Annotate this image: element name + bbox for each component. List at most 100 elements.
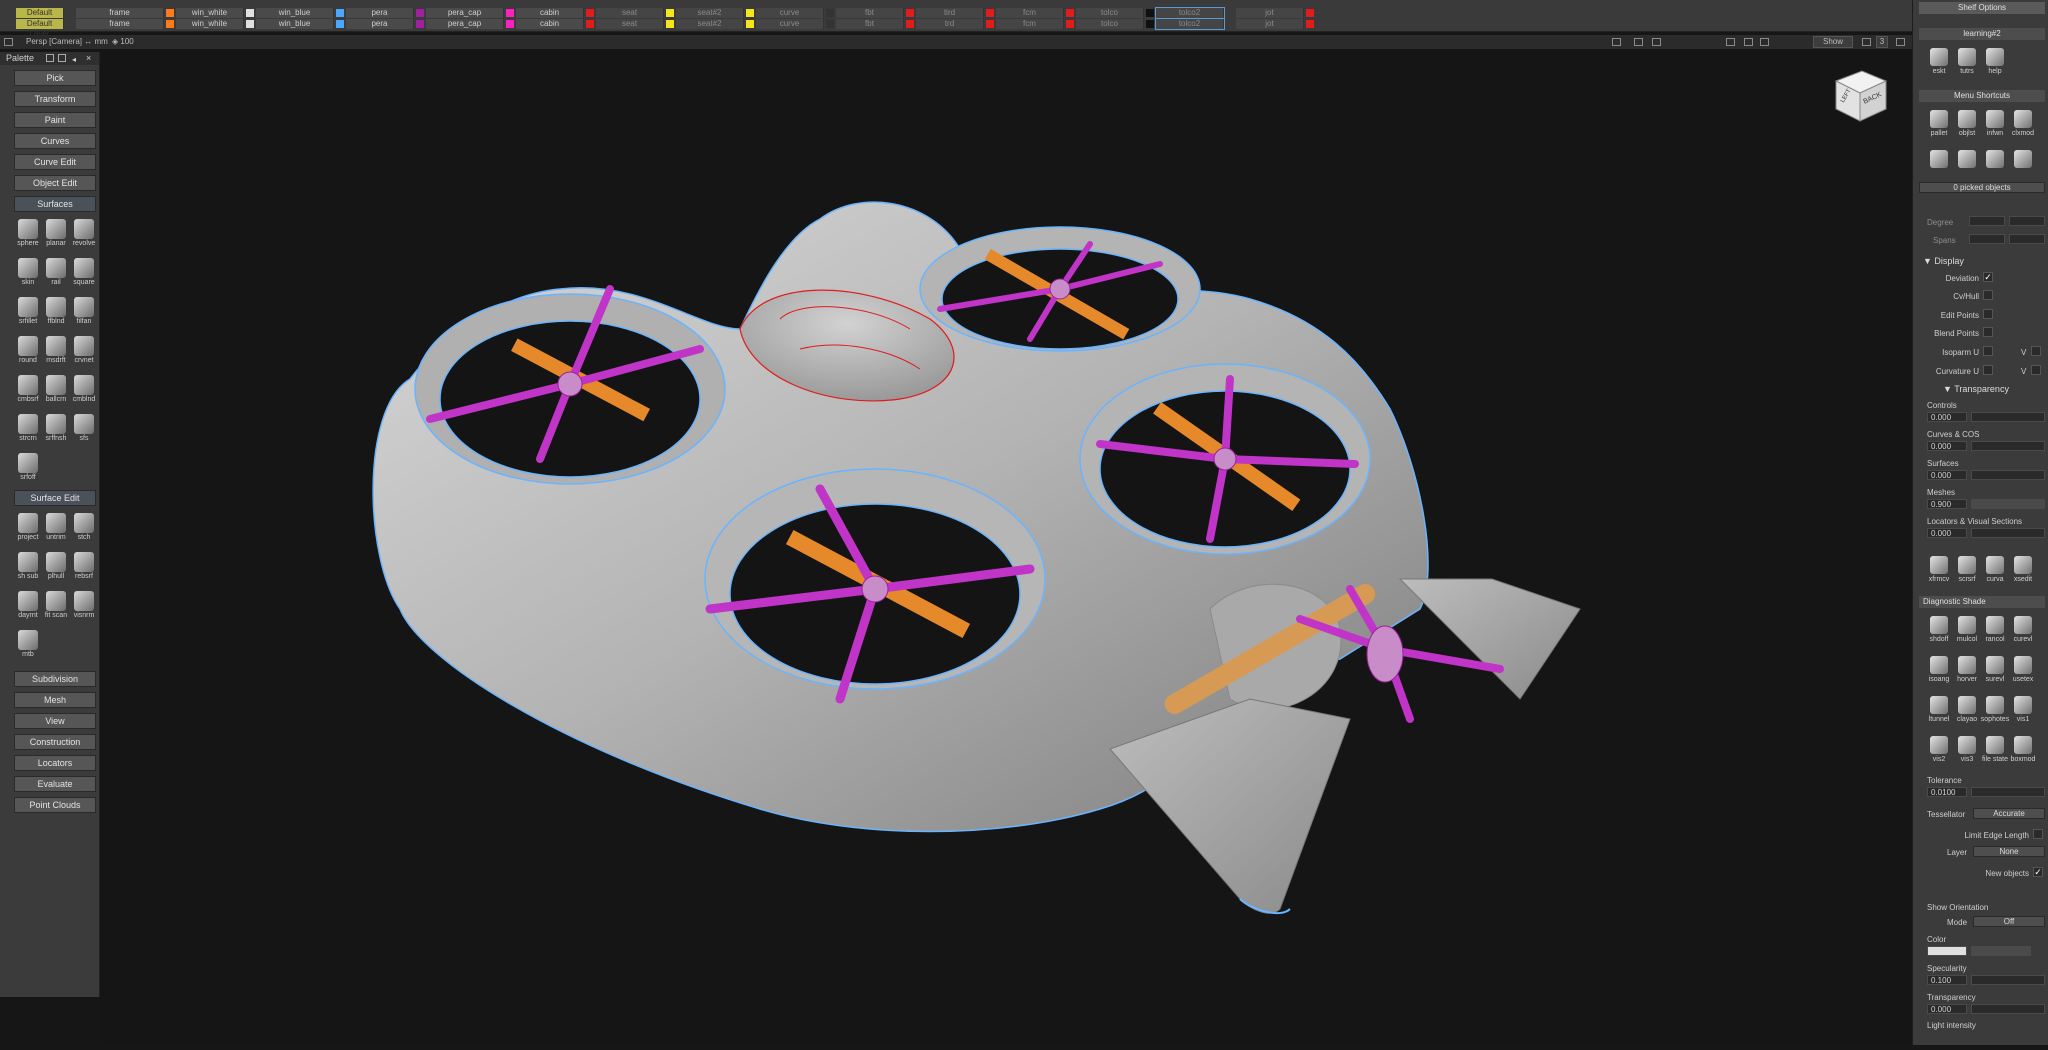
shelf-tool[interactable] <box>1981 150 2009 180</box>
surfaces-msdrft-tool[interactable]: msdrft <box>42 334 70 372</box>
spans-field-v[interactable] <box>2009 234 2045 244</box>
layer-color-swatch[interactable] <box>986 20 994 28</box>
layer-11[interactable]: fbt <box>836 8 904 18</box>
view-tool-icon[interactable] <box>1634 38 1643 46</box>
layer-10[interactable]: curve <box>756 19 824 29</box>
layer-color-swatch[interactable] <box>336 20 344 28</box>
layer-color-swatch[interactable] <box>826 9 834 17</box>
meshes-field[interactable]: 0.900 <box>1927 499 1967 509</box>
layer-13[interactable]: fcm <box>996 8 1064 18</box>
layer-color-swatch[interactable] <box>906 20 914 28</box>
layer-color-swatch[interactable] <box>666 20 674 28</box>
shelf-tool[interactable] <box>2009 150 2037 180</box>
layer-1[interactable]: Default Layer <box>16 8 64 27</box>
palette-locators-button[interactable]: Locators <box>14 755 96 771</box>
layer-12[interactable]: tird <box>916 8 984 18</box>
surface-edit-project-tool[interactable]: project <box>14 511 42 549</box>
layer-8[interactable]: seat <box>596 19 664 29</box>
surface-edit-visnrm-tool[interactable]: visnrm <box>70 589 98 627</box>
surfaces-filfan-tool[interactable]: filfan <box>70 295 98 333</box>
view-number-field[interactable]: 3 <box>1876 36 1888 48</box>
layer-color-swatch[interactable] <box>1306 9 1314 17</box>
curvature-v-checkbox[interactable] <box>2031 365 2041 375</box>
view-tool-icon[interactable] <box>1652 38 1661 46</box>
surface-edit-fit-scan-tool[interactable]: fit scan <box>42 589 70 627</box>
deviation-checkbox[interactable]: ✓ <box>1983 272 1993 282</box>
layer-14[interactable]: tolco <box>1076 8 1144 18</box>
layer-color-swatch[interactable] <box>1066 20 1074 28</box>
palette-view-icon[interactable] <box>46 54 54 62</box>
vis1-tool[interactable]: vis1 <box>2009 696 2037 726</box>
layer-color-swatch[interactable] <box>746 20 754 28</box>
layer-color-swatch[interactable] <box>746 9 754 17</box>
specularity-field[interactable]: 0.100 <box>1927 975 1967 985</box>
isoparm-u-checkbox[interactable] <box>1983 346 1993 356</box>
layer-6[interactable]: pera_cap <box>426 19 504 29</box>
surfaces-srfoff-tool[interactable]: srfoff <box>14 451 42 489</box>
layer-10[interactable]: curve <box>756 8 824 18</box>
tolerance-slider[interactable] <box>1971 787 2045 797</box>
palette-close-icon[interactable]: × <box>86 52 91 65</box>
transparency-section[interactable]: ▼ Transparency <box>1943 384 2009 394</box>
palette-transform-button[interactable]: Transform <box>14 91 96 107</box>
layer-color-swatch[interactable] <box>246 20 254 28</box>
tessellator-dropdown[interactable]: Accurate <box>1973 808 2045 819</box>
help-tool[interactable]: help <box>1981 48 2009 78</box>
surfaces-skin-tool[interactable]: skin <box>14 256 42 294</box>
palette-evaluate-button[interactable]: Evaluate <box>14 776 96 792</box>
usetex-tool[interactable]: usetex <box>2009 656 2037 686</box>
degree-field-v[interactable] <box>2009 216 2045 226</box>
view-cube[interactable]: LEFT BACK <box>1832 67 1888 123</box>
surface-edit-rebsrf-tool[interactable]: rebsrf <box>70 550 98 588</box>
surface-edit-dayrnt-tool[interactable]: dayrnt <box>14 589 42 627</box>
edit-points-checkbox[interactable] <box>1983 309 1993 319</box>
layer-11[interactable]: fbt <box>836 19 904 29</box>
layer-color-swatch[interactable] <box>586 9 594 17</box>
surface-edit-section-button[interactable]: Surface Edit <box>14 490 96 506</box>
surfaces-srffnsh-tool[interactable]: srffnsh <box>42 412 70 450</box>
layer-6[interactable]: pera_cap <box>426 8 504 18</box>
layer-15[interactable]: tolco2 <box>1155 18 1225 30</box>
curves-cos-field[interactable]: 0.000 <box>1927 441 1967 451</box>
layer-5[interactable]: pera <box>346 8 414 18</box>
surfaces-sphere-tool[interactable]: sphere <box>14 217 42 255</box>
layer-color-swatch[interactable] <box>906 9 914 17</box>
layer-color-swatch[interactable] <box>166 20 174 28</box>
mode-dropdown[interactable]: Off <box>1973 916 2045 927</box>
picked-objects-dropdown[interactable]: 0 picked objects <box>1919 182 2045 193</box>
layer-12[interactable]: trd <box>916 19 984 29</box>
surfaces-slider[interactable] <box>1971 470 2045 480</box>
surfaces-field[interactable]: 0.000 <box>1927 470 1967 480</box>
surfaces-cmblnd-tool[interactable]: cmblnd <box>70 373 98 411</box>
surface-edit-sh-sub-tool[interactable]: sh sub <box>14 550 42 588</box>
curevl-tool[interactable]: curevl <box>2009 616 2037 646</box>
layout-icon[interactable] <box>1760 38 1769 46</box>
palette-collapse-icon[interactable]: ◂ <box>72 53 76 66</box>
perspective-viewport[interactable]: LEFT BACK <box>100 49 1912 1045</box>
layer-2[interactable]: frame <box>76 19 164 29</box>
surface-edit-plhull-tool[interactable]: plhull <box>42 550 70 588</box>
layer-13[interactable]: fcm <box>996 19 1064 29</box>
surfaces-planar-tool[interactable]: planar <box>42 217 70 255</box>
isoparm-v-checkbox[interactable] <box>2031 346 2041 356</box>
layer-color-swatch[interactable] <box>416 20 424 28</box>
view-tool-icon[interactable] <box>1612 38 1621 46</box>
blend-points-checkbox[interactable] <box>1983 327 1993 337</box>
surfaces-round-tool[interactable]: round <box>14 334 42 372</box>
model-canvas[interactable] <box>100 49 1912 1045</box>
tolerance-field[interactable]: 0.0100 <box>1927 787 1967 797</box>
palette-paint-button[interactable]: Paint <box>14 112 96 128</box>
layer-color-swatch[interactable] <box>986 9 994 17</box>
layer-color-swatch[interactable] <box>826 20 834 28</box>
layer-5[interactable]: pera <box>346 19 414 29</box>
limit-edge-checkbox[interactable] <box>2033 829 2043 839</box>
layer-3[interactable]: win_white <box>176 19 244 29</box>
palette-curve-edit-button[interactable]: Curve Edit <box>14 154 96 170</box>
layer-4[interactable]: win_blue <box>256 19 334 29</box>
layer-3[interactable]: win_white <box>176 8 244 18</box>
degree-field[interactable] <box>1969 216 2005 226</box>
menu-shortcuts-header[interactable]: Menu Shortcuts <box>1919 90 2045 102</box>
layer-8[interactable]: seat <box>596 8 664 18</box>
shelf-options-header[interactable]: Shelf Options <box>1919 2 2045 14</box>
surface-edit-untrim-tool[interactable]: untrim <box>42 511 70 549</box>
